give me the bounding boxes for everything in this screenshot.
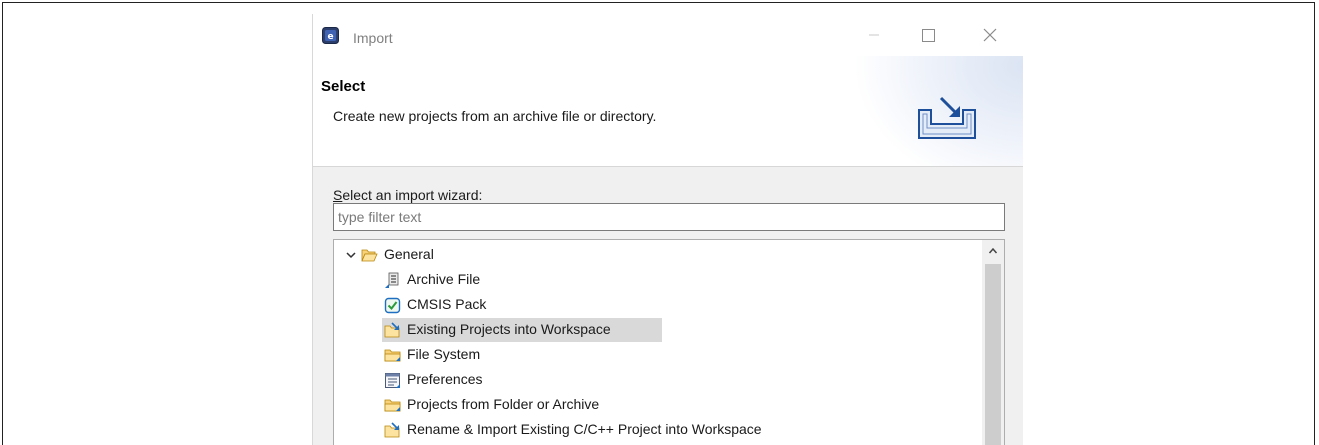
tree-item-cmsis-pack[interactable]: CMSIS Pack <box>334 293 974 317</box>
mnemonic-letter: S <box>333 187 343 203</box>
wizard-label-text: elect an import wizard: <box>342 187 483 203</box>
tree-item-label: Preferences <box>407 371 483 387</box>
tree-scrollbar[interactable] <box>982 240 1004 445</box>
folder-icon <box>384 349 401 362</box>
wizard-tree[interactable]: General Archive File CMSIS Pack Existing… <box>333 239 1005 445</box>
maximize-icon <box>921 28 935 42</box>
wizard-select-label: Select an import wizard: <box>333 187 482 203</box>
rename-import-icon <box>384 422 400 438</box>
eclipse-app-icon: e <box>322 27 339 44</box>
page-title: Select <box>321 78 366 95</box>
folder-icon <box>384 399 401 412</box>
tree-item-projects-from-folder[interactable]: Projects from Folder or Archive <box>334 393 974 417</box>
tree-item-rename-import[interactable]: Rename & Import Existing C/C++ Project i… <box>334 418 974 442</box>
window-title: Import <box>353 30 393 46</box>
tree-item-label: File System <box>407 346 481 362</box>
tree-item-archive-file[interactable]: Archive File <box>334 268 974 292</box>
tree-item-label: Archive File <box>407 271 481 287</box>
tree-item-label: Existing Projects into Workspace <box>407 321 611 337</box>
filter-input[interactable] <box>333 203 1005 231</box>
chevron-up-icon <box>988 247 998 254</box>
page-description: Create new projects from an archive file… <box>333 108 657 124</box>
minimize-icon <box>869 34 879 36</box>
tree-item-file-system[interactable]: File System <box>334 343 974 367</box>
folder-open-icon <box>361 249 378 262</box>
tree-group-label: General <box>384 246 434 262</box>
scroll-thumb[interactable] <box>985 264 1001 445</box>
existing-projects-icon <box>384 322 400 338</box>
title-bar: e Import <box>313 14 1023 56</box>
tree-item-label: Rename & Import Existing C/C++ Project i… <box>407 421 762 437</box>
tree-item-label: Projects from Folder or Archive <box>407 396 600 412</box>
tree-item-preferences[interactable]: Preferences <box>334 368 974 392</box>
preferences-icon <box>385 373 400 388</box>
import-banner-icon <box>918 96 976 139</box>
cmsis-pack-icon <box>384 297 401 314</box>
svg-text:e: e <box>327 32 333 42</box>
chevron-down-icon[interactable] <box>344 248 358 262</box>
tree-item-existing-projects[interactable]: Existing Projects into Workspace <box>334 318 974 342</box>
tree-group-general[interactable]: General <box>334 243 974 267</box>
import-dialog: e Import Select Create new projects from… <box>312 14 1023 445</box>
archive-file-icon <box>385 272 399 288</box>
scroll-up-button[interactable] <box>982 240 1004 262</box>
maximize-button[interactable] <box>917 24 939 46</box>
minimize-button[interactable] <box>863 24 885 46</box>
close-icon <box>983 28 997 42</box>
close-button[interactable] <box>979 24 1001 46</box>
wizard-header: Select Create new projects from an archi… <box>313 56 1023 167</box>
tree-item-label: CMSIS Pack <box>407 296 487 312</box>
